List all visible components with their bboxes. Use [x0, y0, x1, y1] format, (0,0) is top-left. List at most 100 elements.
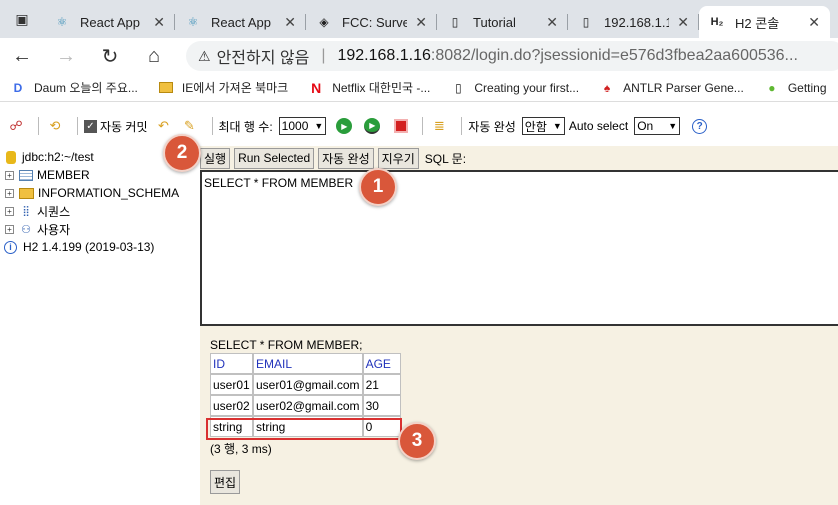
close-icon[interactable]: ✕	[546, 14, 558, 31]
table-cell: 0	[362, 416, 401, 437]
step-marker-2: 2	[163, 134, 201, 172]
auto-complete-select[interactable]: 안함 ▼	[521, 117, 565, 135]
tab-strip: ▣ ⚛ React App ✕ ⚛ React App ✕ ◈ FCC: Sur…	[0, 0, 838, 38]
column-header-age[interactable]: AGE	[362, 353, 401, 374]
stop-icon[interactable]	[394, 119, 409, 133]
tree-item-information-schema[interactable]: + INFORMATION_SCHEMA	[0, 184, 200, 202]
chevron-down-icon: ▼	[552, 121, 562, 131]
result-table: ID EMAIL AGE user01 user01@gmail.com 21 …	[210, 353, 401, 437]
back-icon[interactable]: ←	[0, 38, 44, 74]
sql-editor[interactable]: SELECT * FROM MEMBER	[200, 170, 838, 326]
bookmark-daum[interactable]: D Daum 오늘의 주요...	[10, 79, 138, 96]
expand-icon[interactable]: +	[5, 170, 14, 180]
table-header-row: ID EMAIL AGE	[210, 353, 401, 374]
expand-icon[interactable]: +	[5, 188, 14, 198]
table-cell: 21	[362, 374, 401, 395]
sql-label: SQL 문:	[424, 151, 467, 166]
reload-icon[interactable]: ↻	[88, 38, 132, 74]
toolbar-divider	[461, 117, 463, 135]
result-count: (3 행, 3 ms)	[210, 442, 272, 456]
run-button[interactable]: 실행	[200, 147, 231, 169]
run-selected-button[interactable]: Run Selected	[234, 147, 315, 169]
commit-icon[interactable]: ✎	[180, 116, 200, 136]
expand-icon[interactable]: +	[5, 206, 14, 216]
query-button-row: 실행 Run Selected 자동 완성 지우기 SQL 문:	[200, 146, 466, 170]
table-row: string string 0	[210, 416, 401, 437]
address-bar: ← → ↻ ⌂ ⚠ 안전하지 않음 | 192.168.1.16 :8082/l…	[0, 38, 838, 74]
max-rows-select[interactable]: 1000 ▼	[278, 117, 327, 135]
bookmarks-bar: D Daum 오늘의 주요... IE에서 가져온 북마크 N Netflix …	[0, 74, 838, 102]
tab-fcc-survey[interactable]: ◈ FCC: Survey ✕	[306, 6, 437, 38]
tree-item-sequences[interactable]: + ⣿ 시퀀스	[0, 202, 200, 220]
column-header-email[interactable]: EMAIL	[253, 353, 363, 374]
table-row: user02 user02@gmail.com 30	[210, 395, 401, 416]
run-icon[interactable]: ▶	[336, 118, 353, 134]
refresh-icon[interactable]: ⟲	[45, 116, 65, 136]
antlr-icon: ♠	[603, 80, 611, 95]
auto-select-label: Auto select	[568, 119, 629, 133]
close-icon[interactable]: ✕	[808, 14, 820, 31]
toolbar-divider	[422, 117, 424, 135]
help-icon[interactable]: ?	[692, 118, 708, 134]
home-icon[interactable]: ⌂	[132, 38, 176, 74]
security-label: 안전하지 않음	[216, 50, 310, 67]
query-panel: 실행 Run Selected 자동 완성 지우기 SQL 문: SELECT …	[200, 146, 838, 332]
table-cell: user01	[210, 374, 253, 395]
folder-icon	[19, 187, 34, 199]
tab-ip[interactable]: ▯ 192.168.1.16 ✕	[568, 6, 699, 38]
toolbar-divider	[77, 117, 78, 135]
h2-console: ☍ ⟲ ✓ 자동 커밋 ↶ ✎ 최대 행 수: 1000 ▼ ▶ ▶ ≣ 자동 완…	[0, 102, 838, 505]
close-icon[interactable]: ✕	[677, 14, 689, 31]
toolbar-divider	[38, 117, 39, 135]
column-header-id[interactable]: ID	[210, 353, 253, 374]
max-rows-label: 최대 행 수:	[218, 119, 273, 134]
auto-select-select[interactable]: On ▼	[634, 117, 681, 135]
sequence-icon: ⣿	[22, 205, 30, 217]
folder-icon	[158, 80, 174, 96]
auto-complete-button[interactable]: 자동 완성	[318, 147, 374, 169]
result-panel: SELECT * FROM MEMBER; ID EMAIL AGE user0…	[200, 332, 838, 505]
url-input[interactable]: ⚠ 안전하지 않음 | 192.168.1.16 :8082/login.do?…	[186, 41, 838, 71]
codepen-icon: ◈	[319, 15, 329, 29]
close-icon[interactable]: ✕	[415, 14, 427, 31]
h2-toolbar: ☍ ⟲ ✓ 자동 커밋 ↶ ✎ 최대 행 수: 1000 ▼ ▶ ▶ ≣ 자동 완…	[0, 112, 838, 140]
expand-icon[interactable]: +	[5, 224, 14, 234]
tree-item-users[interactable]: + ⚇ 사용자	[0, 220, 200, 238]
tab-tutorial[interactable]: ▯ Tutorial ✕	[437, 6, 568, 38]
step-marker-3: 3	[398, 422, 436, 460]
bookmark-getting[interactable]: ● Getting	[764, 80, 826, 96]
netflix-icon: N	[311, 79, 322, 96]
run-selected-icon[interactable]: ▶	[364, 118, 381, 134]
bookmark-netflix[interactable]: N Netflix 대한민국 -...	[308, 79, 430, 96]
table-cell: 30	[362, 395, 401, 416]
auto-complete-label: 자동 완성	[468, 119, 516, 134]
react-icon: ⚛	[187, 15, 199, 29]
disconnect-icon[interactable]: ☍	[6, 116, 26, 136]
bookmark-ie-folder[interactable]: IE에서 가져온 북마크	[158, 79, 288, 96]
forward-icon[interactable]: →	[44, 38, 88, 74]
table-icon	[19, 169, 33, 181]
bookmark-creating[interactable]: ▯ Creating your first...	[450, 80, 579, 96]
url-separator: |	[321, 47, 326, 64]
table-cell: string	[253, 416, 363, 437]
tab-actions-icon[interactable]: ▣	[0, 0, 44, 38]
table-row: user01 user01@gmail.com 21	[210, 374, 401, 395]
table-cell: user01@gmail.com	[253, 374, 363, 395]
tree-version: i H2 1.4.199 (2019-03-13)	[0, 238, 200, 256]
clear-button[interactable]: 지우기	[377, 147, 419, 169]
close-icon[interactable]: ✕	[153, 14, 165, 31]
tab-react-app-1[interactable]: ⚛ React App ✕	[44, 6, 175, 38]
tab-react-app-2[interactable]: ⚛ React App ✕	[175, 6, 306, 38]
tab-h2-console[interactable]: H₂ H2 콘솔 ✕	[699, 6, 830, 38]
rollback-icon[interactable]: ↶	[154, 116, 174, 136]
bookmark-antlr[interactable]: ♠ ANTLR Parser Gene...	[599, 80, 744, 96]
info-icon: i	[4, 240, 17, 254]
spring-icon: ●	[768, 80, 776, 95]
tree-item-member[interactable]: + MEMBER	[0, 166, 200, 184]
url-host: 192.168.1.16	[337, 47, 431, 64]
close-icon[interactable]: ✕	[284, 14, 296, 31]
chevron-down-icon: ▼	[314, 121, 324, 131]
auto-commit-checkbox[interactable]: ✓	[84, 119, 97, 133]
edit-button[interactable]: 편집	[210, 470, 241, 494]
history-icon[interactable]: ≣	[429, 116, 449, 136]
